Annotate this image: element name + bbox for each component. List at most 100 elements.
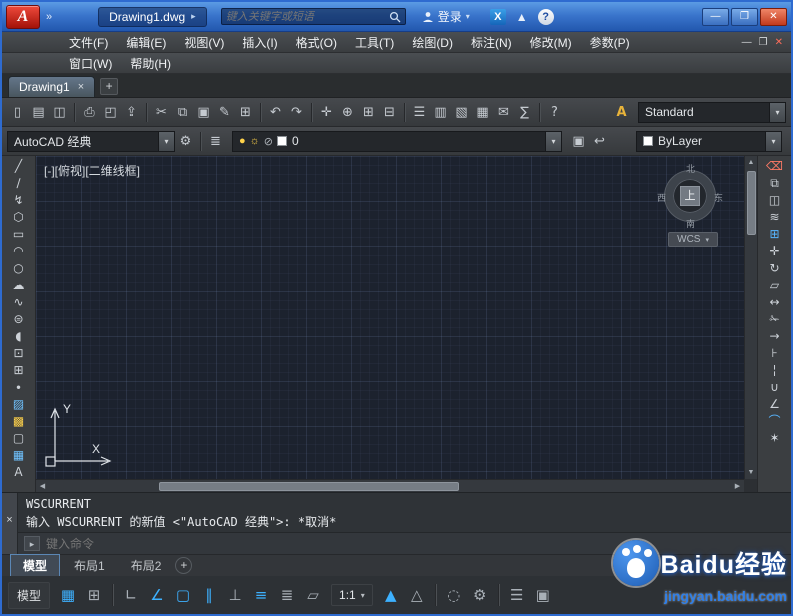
scale-icon[interactable]: ▱ [764, 277, 786, 294]
help-icon[interactable]: ? [538, 9, 554, 25]
scroll-down-icon[interactable]: ▼ [745, 466, 758, 479]
annotation-scale-combo[interactable]: 1:1 ▾ [331, 584, 373, 606]
offset-icon[interactable]: ≋ [764, 209, 786, 226]
menu-help[interactable]: 帮助(H) [121, 53, 180, 74]
save-icon[interactable]: ◫ [49, 102, 70, 123]
layer-combo[interactable]: ● ☼ ⊘ 0 ▾ [232, 131, 562, 152]
rotate-icon[interactable]: ↻ [764, 260, 786, 277]
join-icon[interactable]: ∪ [764, 379, 786, 396]
text-style-icon[interactable]: A [611, 102, 632, 123]
viewcube[interactable]: 北 南 西 东 上 [658, 164, 722, 228]
markup-icon[interactable]: ✉ [493, 102, 514, 123]
layer-on-icon[interactable]: ● [239, 135, 246, 147]
layer-thaw-icon[interactable]: ☼ [250, 135, 260, 147]
viewcube-south-label[interactable]: 南 [686, 217, 695, 230]
revision-cloud-icon[interactable]: ☁ [8, 277, 30, 294]
chevron-down-icon[interactable]: ▾ [158, 132, 174, 151]
lineweight-icon[interactable]: ≣ [275, 583, 299, 607]
viewcube-west-label[interactable]: 西 [657, 191, 666, 204]
isolate-objects-icon[interactable]: ◌ [442, 583, 466, 607]
exchange-apps-icon[interactable]: X [490, 9, 506, 25]
open-icon[interactable]: ▤ [28, 102, 49, 123]
menu-insert[interactable]: 插入(I) [233, 32, 286, 53]
match-properties-icon[interactable]: ✎ [214, 102, 235, 123]
model-space-canvas[interactable]: [-][俯视][二维线框] 北 南 西 东 上 WCS ▾ [36, 156, 744, 479]
circle-icon[interactable]: ○ [8, 260, 30, 277]
construction-line-icon[interactable]: ∕ [8, 175, 30, 192]
application-menu-button[interactable]: A [6, 5, 40, 29]
menu-file[interactable]: 文件(F) [60, 32, 117, 53]
ellipse-arc-icon[interactable]: ◖ [8, 328, 30, 345]
scroll-left-icon[interactable]: ◀ [36, 480, 49, 493]
command-window-grip[interactable]: × [2, 493, 18, 554]
undo-icon[interactable]: ↶ [265, 102, 286, 123]
insert-block-icon[interactable]: ⊡ [8, 345, 30, 362]
menu-draw[interactable]: 绘图(D) [403, 32, 462, 53]
search-icon[interactable] [389, 11, 401, 23]
wcs-menu[interactable]: WCS ▾ [668, 232, 718, 247]
region-icon[interactable]: ▢ [8, 430, 30, 447]
polyline-icon[interactable]: ↯ [8, 192, 30, 209]
layer-properties-icon[interactable]: ≣ [205, 131, 226, 152]
doc-close-button[interactable]: ✕ [775, 37, 783, 48]
tab-model[interactable]: 模型 [10, 554, 60, 577]
tab-layout1[interactable]: 布局1 [62, 555, 117, 576]
multiline-text-icon[interactable]: A [8, 464, 30, 481]
array-icon[interactable]: ⊞ [764, 226, 786, 243]
layer-lock-icon[interactable]: ⊘ [264, 135, 273, 148]
table-icon[interactable]: ▦ [8, 447, 30, 464]
vertical-scrollbar[interactable]: ▲ ▼ [744, 156, 757, 479]
publish-icon[interactable]: ⇪ [121, 102, 142, 123]
stretch-icon[interactable]: ↔ [764, 294, 786, 311]
plot-icon[interactable]: ⎙ [79, 102, 100, 123]
explode-icon[interactable]: ✶ [764, 430, 786, 447]
chamfer-icon[interactable]: ∠ [764, 396, 786, 413]
chevron-down-icon[interactable]: ▾ [545, 132, 561, 151]
tool-palettes-icon[interactable]: ▧ [451, 102, 472, 123]
scroll-right-icon[interactable]: ▶ [731, 480, 744, 493]
mirror-icon[interactable]: ◫ [764, 192, 786, 209]
osnap-icon[interactable]: ▢ [171, 583, 195, 607]
doc-restore-button[interactable]: ❐ [759, 37, 768, 48]
plot-preview-icon[interactable]: ◰ [100, 102, 121, 123]
fillet-icon[interactable]: ⌒ [764, 413, 786, 430]
zoom-window-icon[interactable]: ⊞ [358, 102, 379, 123]
arc-icon[interactable]: ◠ [8, 243, 30, 260]
vertical-scroll-thumb[interactable] [747, 171, 756, 235]
tab-layout2[interactable]: 布局2 [119, 555, 174, 576]
menu-modify[interactable]: 修改(M) [521, 32, 581, 53]
tab-new-layout[interactable]: + [175, 557, 192, 574]
layer-previous-icon[interactable]: ↩ [589, 131, 610, 152]
command-close-icon[interactable]: × [6, 515, 12, 526]
copy-clip-icon[interactable]: ⧉ [172, 102, 193, 123]
spline-icon[interactable]: ∿ [8, 294, 30, 311]
paste-icon[interactable]: ▣ [193, 102, 214, 123]
help-icon[interactable]: ? [544, 102, 565, 123]
scroll-up-icon[interactable]: ▲ [745, 156, 758, 169]
polygon-icon[interactable]: ⬡ [8, 209, 30, 226]
hatch-icon[interactable]: ▨ [8, 396, 30, 413]
workspace-settings-icon[interactable]: ⚙ [175, 131, 196, 152]
viewcube-north-label[interactable]: 北 [686, 162, 695, 175]
file-tab-drawing1[interactable]: Drawing1 × [8, 76, 95, 97]
sheet-set-manager-icon[interactable]: ▦ [472, 102, 493, 123]
viewport-controls-label[interactable]: [-][俯视][二维线框] [44, 162, 140, 179]
standard-style-combo[interactable]: Standard ▾ [638, 102, 786, 123]
chevron-down-icon[interactable]: ▾ [765, 132, 781, 151]
command-input[interactable] [46, 537, 785, 551]
doc-minimize-button[interactable]: — [742, 37, 752, 48]
tab-close-icon[interactable]: × [78, 81, 84, 93]
make-object-layer-current-icon[interactable]: ▣ [568, 131, 589, 152]
polar-tracking-icon[interactable]: ∠ [145, 583, 169, 607]
customization-icon[interactable]: ☰ [505, 583, 529, 607]
otrack-icon[interactable]: ∥ [197, 583, 221, 607]
chevron-down-icon[interactable]: ▾ [769, 103, 785, 122]
command-prompt-icon[interactable]: ▸ [24, 536, 40, 551]
annotation-autoscale-icon[interactable]: △ [405, 583, 429, 607]
zoom-realtime-icon[interactable]: ⊕ [337, 102, 358, 123]
a360-icon[interactable]: ▲ [516, 10, 528, 24]
annotation-visibility-icon[interactable]: ▲ [379, 583, 403, 607]
zoom-previous-icon[interactable]: ⊟ [379, 102, 400, 123]
horizontal-scroll-thumb[interactable] [159, 482, 459, 491]
sign-in-button[interactable]: 登录 ▾ [422, 8, 470, 25]
